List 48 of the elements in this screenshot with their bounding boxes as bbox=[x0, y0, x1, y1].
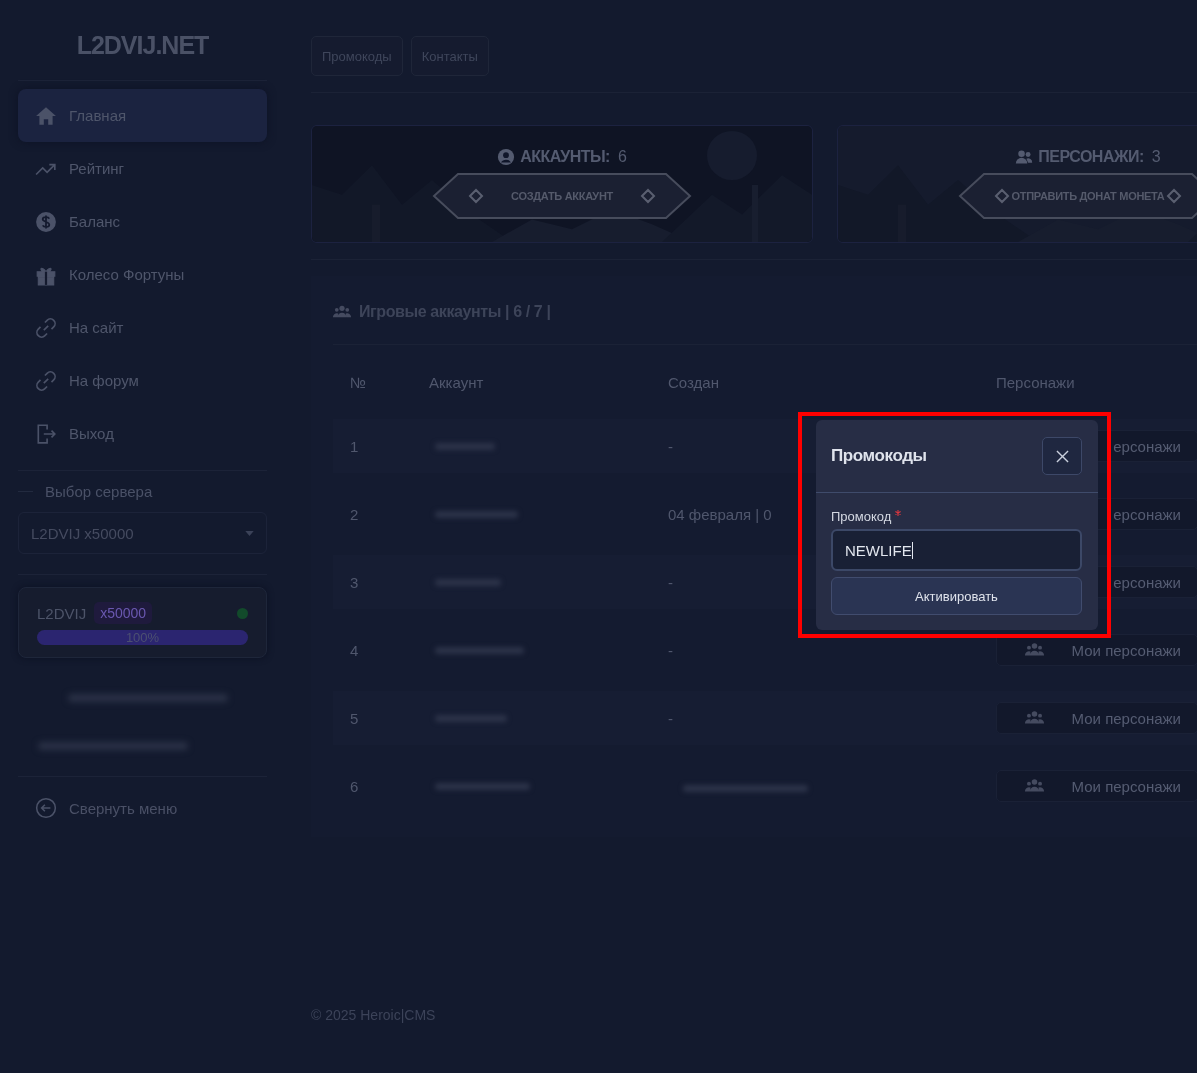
sidebar-item[interactable]: На сайт bbox=[18, 301, 267, 354]
characters-button[interactable]: Мои персонажи bbox=[996, 702, 1197, 734]
card-count: 6 bbox=[617, 148, 627, 166]
characters-button[interactable]: Мои персонажи bbox=[996, 634, 1197, 666]
table-cell-text: 4 bbox=[349, 641, 360, 659]
table-cell-text: 3 bbox=[349, 573, 360, 591]
sidebar-item[interactable]: Колесо Фортуны bbox=[18, 248, 267, 301]
card-title: АККАУНТЫ: bbox=[520, 148, 610, 166]
table-cell: 04 февраля | 0 bbox=[668, 505, 772, 523]
rate-badge: x50000 bbox=[94, 602, 153, 624]
card-count: 3 bbox=[1151, 148, 1161, 166]
table-cell-text: 1 bbox=[349, 437, 360, 455]
column-header: Персонажи bbox=[996, 373, 1076, 391]
table-cell: - bbox=[668, 641, 673, 659]
section-label: Выбор сервера bbox=[45, 483, 153, 500]
dollar-icon bbox=[35, 210, 57, 233]
users-icon bbox=[1015, 148, 1034, 166]
table-cell: - bbox=[668, 709, 673, 727]
table-cell: - bbox=[668, 437, 673, 455]
link-icon bbox=[35, 369, 57, 392]
link-icon bbox=[35, 316, 57, 339]
exit-icon bbox=[35, 422, 57, 445]
server-name: L2DVIJ bbox=[37, 604, 87, 622]
card-title: ПЕРСОНАЖИ: bbox=[1038, 148, 1144, 166]
site-logo[interactable]: L2DVIJ.NET bbox=[18, 0, 267, 80]
table-cell-text: 2 bbox=[349, 505, 360, 523]
column-header: Создан bbox=[668, 373, 720, 391]
card-action-button[interactable]: ОТПРАВИТЬ ДОНАТ МОНЕТА bbox=[958, 172, 1197, 220]
promo-code-field[interactable]: NEWLIFE bbox=[831, 529, 1082, 571]
column-header: № bbox=[349, 373, 368, 391]
activate-button[interactable]: Активировать bbox=[831, 577, 1082, 615]
dialog-title: Промокоды bbox=[831, 446, 927, 466]
card-action-button[interactable]: СОЗДАТЬ АККАУНТ bbox=[432, 172, 692, 220]
table-cell-text: 5 bbox=[349, 709, 360, 727]
characters-button[interactable]: Мои персонажи bbox=[996, 770, 1197, 802]
field-label: Промокод bbox=[831, 509, 892, 524]
close-icon bbox=[1055, 449, 1069, 463]
collapse-menu-link[interactable]: Свернуть меню bbox=[18, 777, 267, 819]
sidebar-item[interactable]: Баланс bbox=[18, 195, 267, 248]
table-cell-text: 6 bbox=[349, 777, 360, 795]
user-circle-icon bbox=[497, 148, 516, 166]
close-button[interactable] bbox=[1042, 437, 1082, 475]
column-header: Аккаунт bbox=[429, 373, 485, 391]
table-cell: - bbox=[668, 573, 673, 591]
sidebar-item[interactable]: Выход bbox=[18, 407, 267, 460]
caret-icon bbox=[245, 530, 254, 536]
sidebar-item[interactable]: На форум bbox=[18, 354, 267, 407]
sidebar-item[interactable]: Рейтинг bbox=[18, 142, 267, 195]
